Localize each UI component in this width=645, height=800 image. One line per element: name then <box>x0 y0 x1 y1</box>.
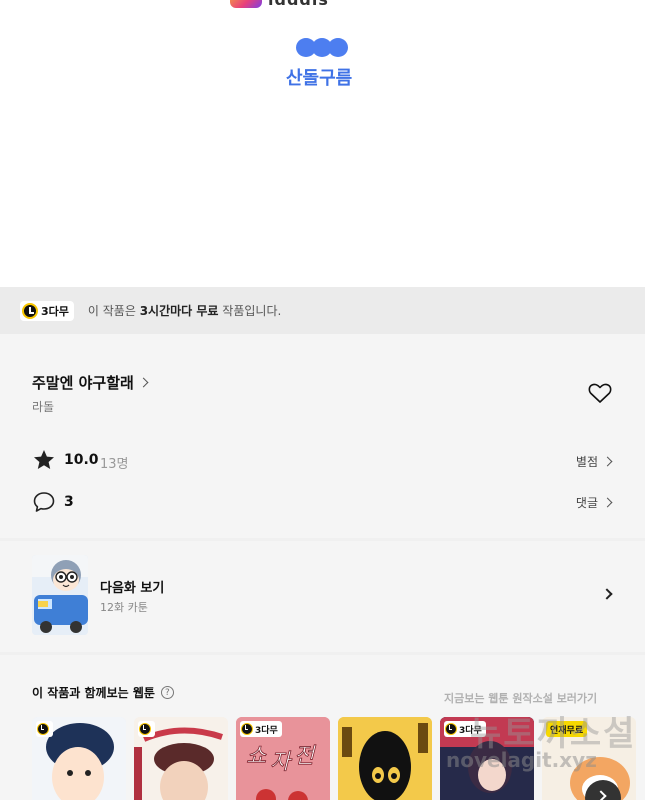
chevron-right-icon <box>595 790 607 800</box>
recommendation-card[interactable] <box>134 717 228 800</box>
work-info-section: 주말엔 야구할래 라돌 10.0 13명 별점 3 댓글 <box>0 334 645 538</box>
card-badge-label: 3다무 <box>459 725 482 736</box>
comment-icon <box>33 492 55 512</box>
next-episode-row[interactable]: 다음화 보기 12화 카툰 <box>0 541 645 652</box>
work-author[interactable]: 라돌 <box>32 398 54 415</box>
cloud-logo-icon <box>296 38 348 57</box>
recommendation-card[interactable] <box>32 717 126 800</box>
chevron-right-icon <box>602 456 613 467</box>
help-icon[interactable]: ? <box>160 686 174 699</box>
next-episode-title: 다음화 보기 <box>100 581 165 596</box>
clock-icon <box>139 723 151 735</box>
rate-button[interactable]: 별점 <box>575 453 613 470</box>
card-badge <box>36 721 53 737</box>
recommendation-title-row: 이 작품과 함께보는 웹툰 ? <box>32 684 174 701</box>
recommendation-card[interactable]: 3다무 <box>440 717 534 800</box>
studio-banner: idddis 산돌구름 <box>0 0 645 287</box>
next-episode-subtitle: 12화 카툰 <box>100 601 148 614</box>
work-title-link[interactable]: 주말엔 야구할래 <box>32 372 149 393</box>
rate-label: 별점 <box>575 455 598 469</box>
free-info-text: 이 작품은 3시간마다 무료 작품입니다. <box>88 302 281 319</box>
card-badge <box>138 721 155 737</box>
free-info-suffix: 작품입니다. <box>218 304 282 318</box>
recommendation-list: 쇼자전 3다무 3다무 연재무료 <box>32 717 645 800</box>
clock-icon <box>445 723 457 735</box>
svg-text:전: 전 <box>294 743 317 768</box>
card-badge-label: 3다무 <box>255 725 278 736</box>
logo-text: idddis <box>268 0 329 9</box>
rating-count: 13명 <box>100 457 129 472</box>
recommendation-section: 이 작품과 함께보는 웹툰 ? 쇼자전 3다무 3다무 연재무료 <box>0 655 645 800</box>
logo-icon <box>230 0 262 8</box>
next-episode-thumbnail <box>32 555 88 635</box>
clock-icon <box>22 302 38 319</box>
studio-name: 산돌구름 <box>286 68 353 89</box>
recommendation-card[interactable]: 쇼자전 3다무 <box>236 717 330 800</box>
wait-free-badge-label: 3다무 <box>41 304 69 318</box>
chevron-right-icon <box>602 497 613 508</box>
wait-free-badge: 3다무 <box>20 300 74 321</box>
recommendation-card[interactable] <box>338 717 432 800</box>
comment-count: 3 <box>64 494 74 510</box>
svg-text:자: 자 <box>270 749 293 774</box>
card-badge: 3다무 <box>240 721 282 737</box>
recommendation-title: 이 작품과 함께보는 웹툰 <box>32 686 155 700</box>
comment-button[interactable]: 댓글 <box>575 494 613 511</box>
serial-free-badge: 연재무료 <box>546 721 588 737</box>
clock-icon <box>241 723 253 735</box>
free-info-highlight: 3시간마다 무료 <box>139 304 219 318</box>
free-info-banner: 3다무 이 작품은 3시간마다 무료 작품입니다. <box>0 287 645 334</box>
comment-label: 댓글 <box>575 496 598 510</box>
free-info-prefix: 이 작품은 <box>87 304 140 318</box>
rating-value: 10.0 <box>64 452 99 468</box>
chevron-right-icon <box>138 377 149 388</box>
card-badge: 3다무 <box>444 721 486 737</box>
chevron-right-icon <box>601 588 613 600</box>
star-icon <box>34 450 54 469</box>
svg-text:쇼: 쇼 <box>246 743 267 768</box>
clock-icon <box>37 723 49 735</box>
heart-icon[interactable] <box>588 382 612 404</box>
work-title: 주말엔 야구할래 <box>32 374 134 392</box>
